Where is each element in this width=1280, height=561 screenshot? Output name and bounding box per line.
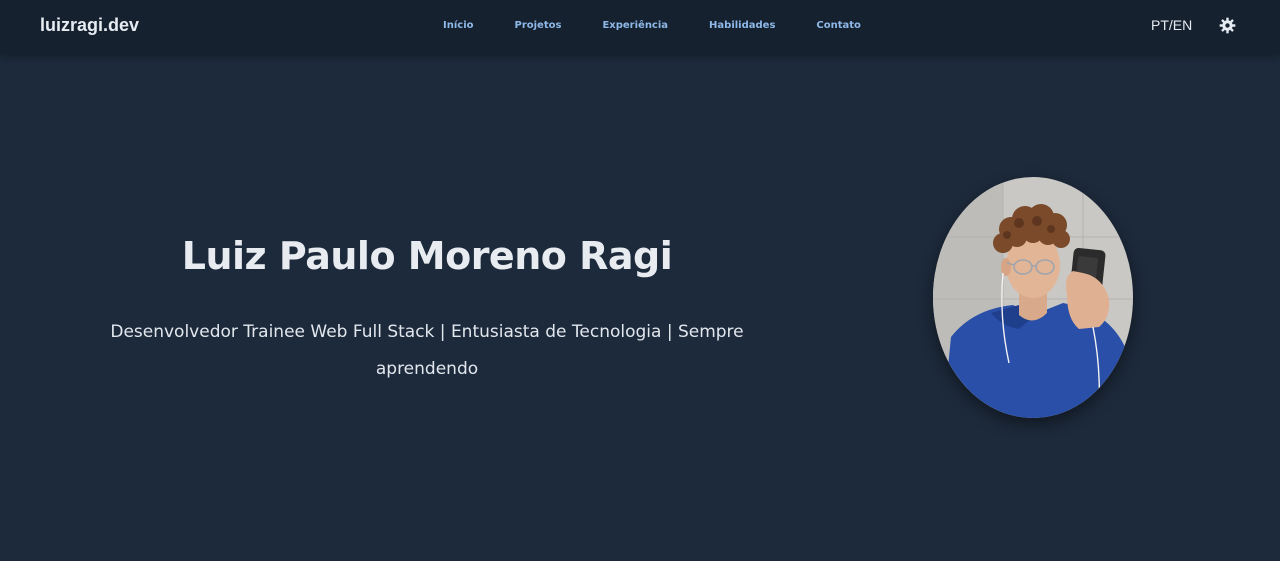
navbar: luizragi.dev Início Projetos Experiência… [0,0,1280,54]
profile-photo-avatar [933,177,1133,418]
main-nav: Início Projetos Experiência Habilidades … [443,20,861,31]
language-toggle[interactable]: PT/EN [1151,17,1192,33]
hero-section: Luiz Paulo Moreno Ragi Desenvolvedor Tra… [0,54,1280,561]
nav-link-inicio[interactable]: Início [443,20,474,31]
hero-text-block: Luiz Paulo Moreno Ragi Desenvolvedor Tra… [87,234,767,388]
brand-logo-link[interactable]: luizragi.dev [40,15,139,36]
nav-link-experiencia[interactable]: Experiência [602,20,668,31]
nav-link-projetos[interactable]: Projetos [515,20,562,31]
theme-toggle-sun-icon[interactable] [1219,17,1236,34]
hero-name-heading: Luiz Paulo Moreno Ragi [181,234,673,278]
nav-link-habilidades[interactable]: Habilidades [709,20,775,31]
hero-subtitle: Desenvolvedor Trainee Web Full Stack | E… [110,322,744,379]
nav-link-contato[interactable]: Contato [816,20,861,31]
